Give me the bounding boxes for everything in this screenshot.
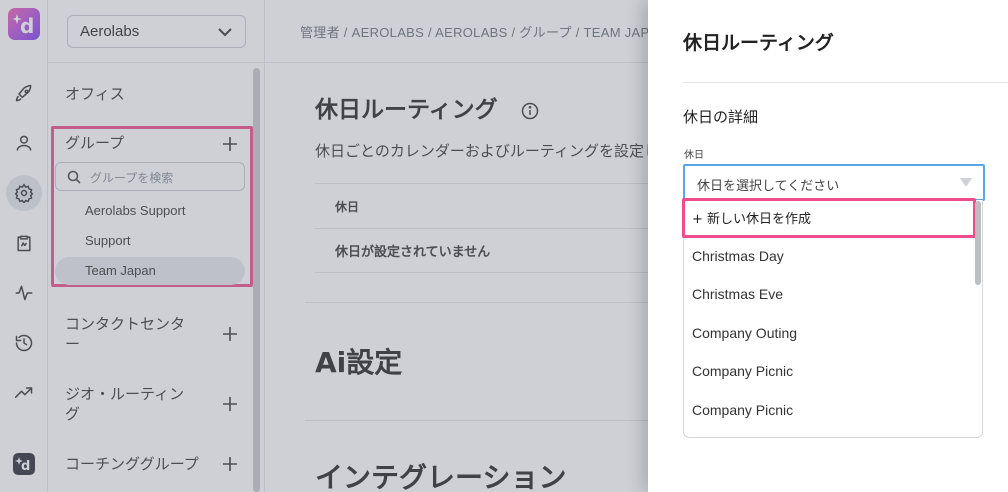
holiday-option[interactable]: Christmas Eve [692,286,783,302]
holiday-select[interactable]: 休日を選択してください [683,164,985,201]
holiday-option[interactable]: Company Picnic [692,363,793,379]
holiday-select-placeholder: 休日を選択してください [697,179,840,194]
holiday-field-label: 休日 [684,150,704,161]
holiday-option[interactable]: Christmas Day [692,248,784,264]
caret-down-icon [960,178,972,187]
holiday-details-title: 休日の詳細 [683,108,759,126]
holiday-option[interactable]: Company Outing [692,325,797,341]
create-holiday-option[interactable]: + 新しい休日を作成 [692,208,811,227]
holiday-routing-panel: 休日ルーティング 休日の詳細 休日 休日を選択してください + 新しい休日を作成… [648,0,1008,492]
modal-backdrop[interactable] [0,0,648,492]
panel-title: 休日ルーティング [683,32,834,54]
holiday-option[interactable]: Company Picnic [692,402,793,418]
dropdown-scrollbar[interactable] [975,201,981,285]
panel-divider [683,82,1008,83]
